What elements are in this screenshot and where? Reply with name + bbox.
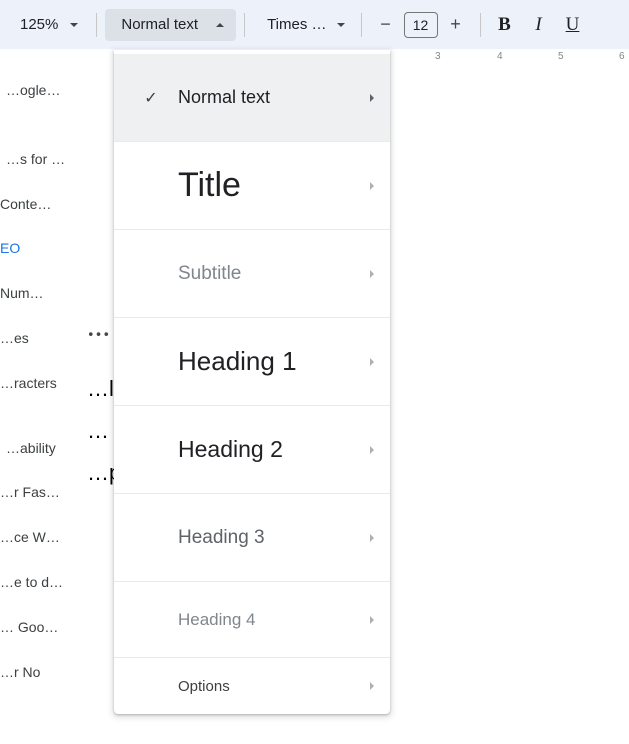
italic-button[interactable]: I <box>523 9 555 41</box>
chevron-right-icon <box>370 682 374 690</box>
chevron-right-icon <box>370 94 374 102</box>
underline-button[interactable]: U <box>557 9 589 41</box>
paragraph-styles-menu: ✓Normal text Title Subtitle Heading 1 Headin… <box>114 50 390 714</box>
style-option-label: Options <box>168 678 370 695</box>
outline-item[interactable]: …r No <box>0 656 82 689</box>
toolbar-divider <box>361 13 362 37</box>
style-option-label: Heading 2 <box>168 436 370 463</box>
ruler-tick: 5 <box>558 51 564 62</box>
font-family-dropdown[interactable]: Times … <box>253 9 352 41</box>
style-option-options[interactable]: Options <box>114 658 390 714</box>
plus-icon: + <box>450 14 461 35</box>
bold-button[interactable]: B <box>489 9 521 41</box>
font-size-decrease-button[interactable]: − <box>370 9 402 41</box>
chevron-right-icon <box>370 616 374 624</box>
font-size-increase-button[interactable]: + <box>440 9 472 41</box>
style-option-h1[interactable]: Heading 1 <box>114 318 390 406</box>
style-option-label: Heading 3 <box>168 527 370 549</box>
outline-item[interactable]: … Goo… <box>0 611 82 644</box>
outline-item[interactable]: …ability <box>0 432 82 465</box>
chevron-right-icon <box>370 446 374 454</box>
font-family-label: Times … <box>267 16 326 33</box>
ruler-tick: 4 <box>497 51 503 62</box>
toolbar: 125% Normal text Times … − + B I U <box>0 0 629 50</box>
style-option-h4[interactable]: Heading 4 <box>114 582 390 658</box>
outline-item[interactable]: …r Fas… <box>0 476 82 509</box>
style-option-title[interactable]: Title <box>114 142 390 230</box>
toolbar-divider <box>96 13 97 37</box>
ruler-tick: 3 <box>435 51 441 62</box>
style-option-normal[interactable]: ✓Normal text <box>114 54 390 142</box>
paragraph-style-label: Normal text <box>121 16 198 33</box>
style-option-h2[interactable]: Heading 2 <box>114 406 390 494</box>
font-size-input[interactable] <box>404 12 438 38</box>
outline-item[interactable]: …e to d… <box>0 566 82 599</box>
caret-up-icon <box>216 23 224 27</box>
zoom-dropdown[interactable]: 125% <box>6 9 88 41</box>
style-option-subtitle[interactable]: Subtitle <box>114 230 390 318</box>
outline-item[interactable]: …ce W… <box>0 521 82 554</box>
minus-icon: − <box>380 14 391 35</box>
chevron-right-icon <box>370 270 374 278</box>
outline-item[interactable]: …s for … <box>0 143 82 176</box>
paragraph-styles-dropdown[interactable]: Normal text <box>105 9 236 41</box>
document-outline: …ogle… …s for … Conte… EO Num… …es …racters …… <box>0 70 82 704</box>
zoom-value: 125% <box>20 16 58 33</box>
outline-item[interactable]: …es <box>0 322 82 355</box>
outline-item[interactable]: Num… <box>0 277 82 310</box>
style-option-label: Title <box>168 166 370 205</box>
toolbar-divider <box>244 13 245 37</box>
checkmark-icon: ✓ <box>134 88 168 108</box>
style-option-h3[interactable]: Heading 3 <box>114 494 390 582</box>
chevron-right-icon <box>370 182 374 190</box>
ruler-tick: 6 <box>619 51 625 62</box>
style-option-label: Normal text <box>168 87 370 108</box>
toolbar-divider <box>480 13 481 37</box>
caret-down-icon <box>337 23 345 27</box>
chevron-right-icon <box>370 534 374 542</box>
chevron-right-icon <box>370 358 374 366</box>
outline-item[interactable]: …racters <box>0 367 82 400</box>
outline-item[interactable]: Conte… <box>0 188 82 221</box>
style-option-label: Subtitle <box>168 263 370 285</box>
caret-down-icon <box>70 23 78 27</box>
outline-item[interactable]: …ogle… <box>0 74 82 107</box>
style-option-label: Heading 1 <box>168 346 370 377</box>
outline-item[interactable]: EO <box>0 232 82 265</box>
style-option-label: Heading 4 <box>168 610 370 630</box>
